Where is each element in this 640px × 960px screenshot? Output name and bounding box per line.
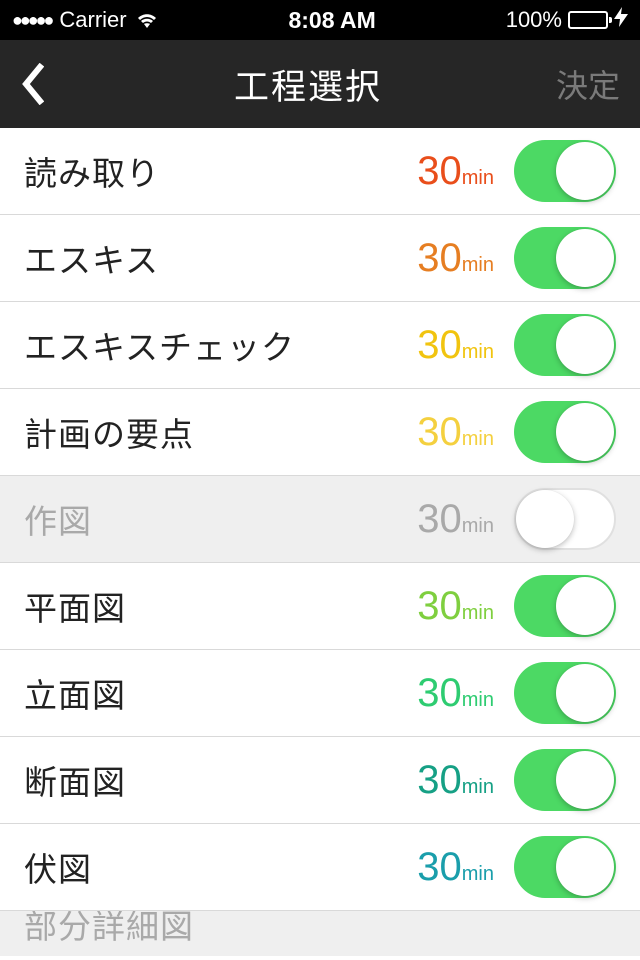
toggle-knob bbox=[556, 664, 614, 722]
enable-toggle[interactable] bbox=[514, 140, 616, 202]
duration-unit: min bbox=[462, 776, 494, 799]
process-label: 伏図 bbox=[24, 843, 417, 891]
process-label: 平面図 bbox=[24, 582, 417, 630]
enable-toggle[interactable] bbox=[514, 488, 616, 550]
duration-unit: min bbox=[462, 602, 494, 625]
process-label: 断面図 bbox=[24, 756, 417, 804]
status-time: 8:08 AM bbox=[288, 7, 375, 34]
duration-display[interactable]: 30min bbox=[417, 149, 494, 194]
duration-unit: min bbox=[462, 167, 494, 190]
list-item: 立面図30min bbox=[0, 650, 640, 737]
chevron-left-icon bbox=[20, 63, 44, 105]
charging-icon bbox=[614, 7, 628, 33]
duration-value: 30 bbox=[417, 149, 462, 194]
process-label: エスキス bbox=[24, 234, 417, 282]
list-item: 平面図30min bbox=[0, 563, 640, 650]
duration-display[interactable]: 30min bbox=[417, 845, 494, 890]
battery-percent: 100% bbox=[506, 7, 562, 33]
status-bar: ●●●●● Carrier 8:08 AM 100% bbox=[0, 0, 640, 40]
duration-unit: min bbox=[462, 689, 494, 712]
nav-bar: 工程選択 決定 bbox=[0, 40, 640, 128]
toggle-knob bbox=[556, 577, 614, 635]
enable-toggle[interactable] bbox=[514, 662, 616, 724]
wifi-icon bbox=[135, 11, 159, 29]
toggle-knob bbox=[556, 142, 614, 200]
enable-toggle[interactable] bbox=[514, 227, 616, 289]
carrier-label: Carrier bbox=[59, 7, 126, 33]
duration-value: 30 bbox=[417, 758, 462, 803]
process-label: 計画の要点 bbox=[24, 408, 417, 456]
toggle-knob bbox=[556, 403, 614, 461]
done-button[interactable]: 決定 bbox=[556, 61, 620, 107]
duration-unit: min bbox=[462, 515, 494, 538]
duration-display[interactable]: 30min bbox=[417, 497, 494, 542]
list-item: 計画の要点30min bbox=[0, 389, 640, 476]
back-button[interactable] bbox=[20, 63, 60, 105]
process-label: 作図 bbox=[24, 495, 417, 543]
duration-value: 30 bbox=[417, 584, 462, 629]
list-item: 読み取り30min bbox=[0, 128, 640, 215]
duration-value: 30 bbox=[417, 410, 462, 455]
duration-display[interactable]: 30min bbox=[417, 671, 494, 716]
duration-unit: min bbox=[462, 341, 494, 364]
enable-toggle[interactable] bbox=[514, 836, 616, 898]
status-left: ●●●●● Carrier bbox=[12, 7, 159, 33]
list-item: エスキスチェック30min bbox=[0, 302, 640, 389]
list-item: 作図30min bbox=[0, 476, 640, 563]
page-title: 工程選択 bbox=[234, 59, 382, 110]
duration-unit: min bbox=[462, 254, 494, 277]
toggle-knob bbox=[516, 490, 574, 548]
enable-toggle[interactable] bbox=[514, 314, 616, 376]
status-right: 100% bbox=[506, 7, 628, 33]
duration-display[interactable]: 30min bbox=[417, 758, 494, 803]
duration-value: 30 bbox=[417, 236, 462, 281]
duration-value: 30 bbox=[417, 845, 462, 890]
process-list: 読み取り30minエスキス30minエスキスチェック30min計画の要点30mi… bbox=[0, 128, 640, 956]
enable-toggle[interactable] bbox=[514, 401, 616, 463]
list-item: 伏図30min bbox=[0, 824, 640, 911]
process-label: エスキスチェック bbox=[24, 321, 417, 369]
battery-icon bbox=[568, 11, 608, 29]
duration-value: 30 bbox=[417, 323, 462, 368]
duration-unit: min bbox=[462, 428, 494, 451]
duration-value: 30 bbox=[417, 671, 462, 716]
toggle-knob bbox=[556, 751, 614, 809]
signal-dots-icon: ●●●●● bbox=[12, 10, 51, 31]
duration-display[interactable]: 30min bbox=[417, 236, 494, 281]
duration-display[interactable]: 30min bbox=[417, 410, 494, 455]
list-item: 部分詳細図 bbox=[0, 911, 640, 956]
list-item: エスキス30min bbox=[0, 215, 640, 302]
toggle-knob bbox=[556, 838, 614, 896]
list-item: 断面図30min bbox=[0, 737, 640, 824]
duration-unit: min bbox=[462, 863, 494, 886]
enable-toggle[interactable] bbox=[514, 749, 616, 811]
duration-display[interactable]: 30min bbox=[417, 323, 494, 368]
process-label: 立面図 bbox=[24, 669, 417, 717]
toggle-knob bbox=[556, 316, 614, 374]
duration-display[interactable]: 30min bbox=[417, 584, 494, 629]
process-label: 読み取り bbox=[24, 147, 417, 195]
toggle-knob bbox=[556, 229, 614, 287]
enable-toggle[interactable] bbox=[514, 575, 616, 637]
duration-value: 30 bbox=[417, 497, 462, 542]
